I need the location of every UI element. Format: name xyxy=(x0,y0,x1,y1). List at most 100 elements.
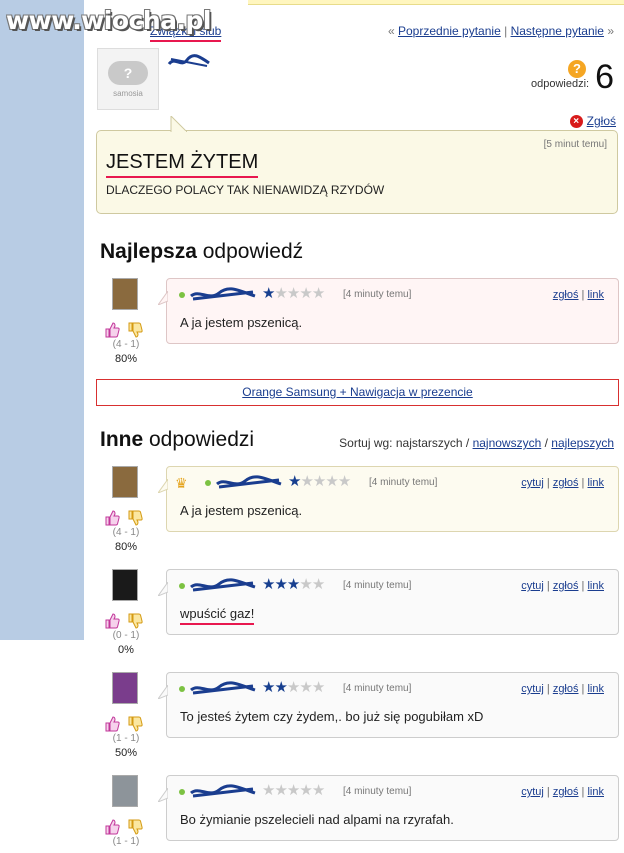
star-filled-icon: ★ xyxy=(286,576,300,593)
report-question[interactable]: × Zgłoś xyxy=(569,114,616,128)
sort-prefix: Sortuj wg: najstarszych / xyxy=(339,436,470,450)
star-empty-icon: ★ xyxy=(312,473,326,490)
answer-avatar[interactable] xyxy=(112,466,138,498)
answer-time: [4 minuty temu] xyxy=(343,786,412,797)
answer-bubble: ★★★★★ [4 minuty temu] cytuj | zgłoś | link… xyxy=(158,775,619,841)
thumbs-down-icon[interactable] xyxy=(127,613,143,629)
answer-nickname-scribble[interactable] xyxy=(189,578,257,593)
vote-buttons xyxy=(104,716,143,732)
thumbs-down-icon[interactable] xyxy=(127,510,143,526)
permalink-link[interactable]: link xyxy=(587,580,604,592)
thumbs-up-icon[interactable] xyxy=(104,716,120,732)
star-empty-icon: ★ xyxy=(274,285,287,302)
answer-bubble: ★★★★★ [4 minuty temu] cytuj | zgłoś | link… xyxy=(158,569,619,635)
answer-actions: cytuj | zgłoś | link xyxy=(521,477,604,489)
star-filled-icon: ★ xyxy=(274,679,287,696)
star-empty-icon: ★ xyxy=(311,679,325,696)
rating-stars: ★★★★★ xyxy=(288,473,351,490)
answer-time: [4 minuty temu] xyxy=(343,580,412,591)
vote-count: (1 - 1) xyxy=(112,836,140,847)
rating-stars: ★★★★★ xyxy=(262,782,325,799)
question-title: JESTEM ŻYTEM xyxy=(106,151,259,178)
rating-stars: ★★★★★ xyxy=(262,576,325,593)
promo-link[interactable]: Orange Samsung + Nawigacja w prezencie xyxy=(242,385,472,399)
report-answer-link[interactable]: zgłoś xyxy=(553,786,579,798)
sort-separator: / xyxy=(544,436,548,450)
answer-text: wpuścić gaz! xyxy=(180,606,255,625)
quote-link[interactable]: cytuj xyxy=(521,683,544,695)
question-time: [5 minut temu] xyxy=(543,139,607,150)
quote-link[interactable]: cytuj xyxy=(521,580,544,592)
answer-avatar[interactable] xyxy=(112,775,138,807)
star-empty-icon: ★ xyxy=(274,782,287,799)
thumbs-up-icon[interactable] xyxy=(104,322,120,338)
answers-count-value: 6 xyxy=(595,58,614,96)
report-x-icon: × xyxy=(569,114,583,128)
rating-stars: ★★★★★ xyxy=(262,679,325,696)
quote-link[interactable]: cytuj xyxy=(521,786,544,798)
thumbs-up-icon[interactable] xyxy=(104,510,120,526)
quote-link[interactable]: cytuj xyxy=(521,477,544,489)
watermark-logo: www.wiocha.pl xyxy=(6,6,211,35)
crown-icon: ♛ xyxy=(175,475,188,491)
thumbs-up-icon[interactable] xyxy=(104,613,120,629)
star-filled-icon: ★ xyxy=(262,285,275,302)
report-answer-link[interactable]: zgłoś xyxy=(553,289,579,301)
vote-count: (0 - 1) xyxy=(112,630,140,641)
sort-best-link[interactable]: najlepszych xyxy=(551,436,614,450)
permalink-link[interactable]: link xyxy=(587,477,604,489)
vote-buttons xyxy=(104,510,143,526)
star-filled-icon: ★ xyxy=(262,576,275,593)
star-empty-icon: ★ xyxy=(299,576,312,593)
answer-nickname-scribble[interactable] xyxy=(189,287,257,302)
answer-nickname-scribble[interactable] xyxy=(189,681,257,696)
thumbs-up-icon[interactable] xyxy=(104,819,120,835)
speech-bubble-tail xyxy=(158,582,168,596)
permalink-link[interactable]: link xyxy=(587,786,604,798)
star-empty-icon: ★ xyxy=(299,679,312,696)
star-filled-icon: ★ xyxy=(288,473,301,490)
vote-buttons xyxy=(104,613,143,629)
online-status-dot xyxy=(179,686,185,692)
answer-nickname-scribble[interactable] xyxy=(215,475,283,490)
other-heading-bold: Inne xyxy=(100,428,144,451)
answers-count-label: odpowiedzi: xyxy=(530,78,590,90)
next-question-link[interactable]: Następne pytanie xyxy=(511,24,604,38)
answer-time: [4 minuty temu] xyxy=(343,683,412,694)
answer-avatar[interactable] xyxy=(112,672,138,704)
answer-avatar[interactable] xyxy=(112,569,138,601)
thumbs-down-icon[interactable] xyxy=(127,819,143,835)
star-empty-icon: ★ xyxy=(286,679,300,696)
thumbs-down-icon[interactable] xyxy=(127,322,143,338)
star-empty-icon: ★ xyxy=(286,782,300,799)
vote-count: (4 - 1) xyxy=(112,339,140,350)
nav-close-quote: » xyxy=(607,24,614,38)
online-status-dot xyxy=(179,292,185,298)
report-question-link[interactable]: Zgłoś xyxy=(587,114,616,128)
report-answer-link[interactable]: zgłoś xyxy=(553,477,579,489)
answer-nickname-scribble[interactable] xyxy=(189,784,257,799)
speech-bubble-tail xyxy=(158,685,168,699)
answer-bubble: ★★★★★ [4 minuty temu] zgłoś | link A ja jes… xyxy=(158,278,619,344)
vote-buttons xyxy=(104,819,143,835)
online-status-dot xyxy=(205,480,211,486)
report-answer-link[interactable]: zgłoś xyxy=(553,580,579,592)
asker-avatar[interactable]: ? samosia xyxy=(97,48,159,110)
best-answer-heading: Najlepsza odpowiedź xyxy=(100,240,303,264)
thumbs-down-icon[interactable] xyxy=(127,716,143,732)
star-empty-icon: ★ xyxy=(300,473,313,490)
sort-newest-link[interactable]: najnowszych xyxy=(473,436,542,450)
report-answer-link[interactable]: zgłoś xyxy=(553,683,579,695)
star-empty-icon: ★ xyxy=(325,473,338,490)
permalink-link[interactable]: link xyxy=(587,683,604,695)
promo-banner[interactable]: Orange Samsung + Nawigacja w prezencie xyxy=(96,379,619,406)
answer-bubble: ★★★★★ [4 minuty temu] cytuj | zgłoś | link… xyxy=(158,672,619,738)
online-status-dot xyxy=(179,789,185,795)
star-empty-icon: ★ xyxy=(311,782,325,799)
prev-question-link[interactable]: Poprzednie pytanie xyxy=(398,24,501,38)
star-empty-icon: ★ xyxy=(299,285,312,302)
answer-avatar[interactable] xyxy=(112,278,138,310)
answer-text: A ja jestem pszenicą. xyxy=(180,315,303,330)
star-empty-icon: ★ xyxy=(286,285,300,302)
permalink-link[interactable]: link xyxy=(587,289,604,301)
